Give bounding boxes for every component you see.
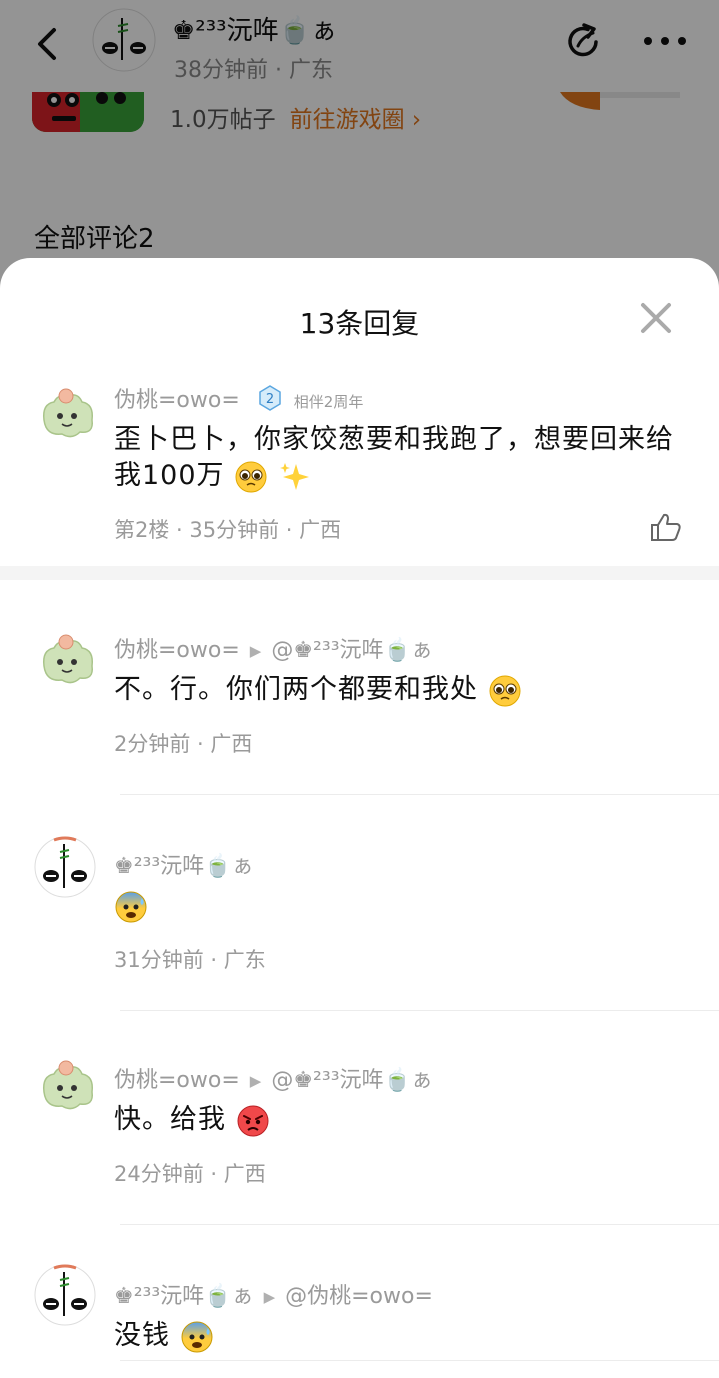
- close-icon: [641, 303, 671, 333]
- reply-user-line: ♚²³³沅哖🍵ぁ: [114, 848, 254, 880]
- reply-username[interactable]: ♚²³³沅哖🍵ぁ: [114, 854, 254, 879]
- doodle-face-icon: [34, 1264, 96, 1326]
- section-divider: [0, 566, 719, 580]
- anxious-sweat-face-icon: [180, 1320, 214, 1354]
- reply-meta: 2分钟前 · 广西: [114, 732, 253, 756]
- comment-text: 歪卜巴卜，你家饺葱要和我跑了，想要回来给我100万: [114, 422, 694, 494]
- avatar[interactable]: [34, 836, 96, 898]
- reply-text: 不。行。你们两个都要和我处: [114, 672, 522, 708]
- avatar[interactable]: [36, 628, 98, 690]
- pleading-face-icon: [488, 674, 522, 708]
- avatar[interactable]: [36, 382, 98, 444]
- reply-divider: [120, 794, 719, 795]
- reply-username[interactable]: ♚²³³沅哖🍵ぁ: [114, 1284, 254, 1309]
- reply-target[interactable]: @♚²³³沅哖🍵ぁ: [271, 638, 433, 663]
- onion-character-icon: [42, 634, 94, 684]
- thumbs-up-icon: [651, 513, 681, 541]
- avatar[interactable]: [36, 1054, 98, 1116]
- reply-target[interactable]: @♚²³³沅哖🍵ぁ: [271, 1068, 433, 1093]
- angry-face-icon: [236, 1104, 270, 1138]
- comment-username[interactable]: 伪桃=owo=: [114, 388, 240, 413]
- anxious-sweat-face-icon: [114, 890, 148, 924]
- reply-user-line: 伪桃=owo= ▶ @♚²³³沅哖🍵ぁ: [114, 632, 433, 664]
- replies-sheet: 13条回复 伪桃=owo= 2 相伴2周年 歪卜巴卜，你家饺葱要和我跑了，想要回…: [0, 258, 719, 1378]
- comment-user: 伪桃=owo= 2 相伴2周年: [114, 382, 363, 417]
- reply-arrow-icon: ▶: [263, 1288, 276, 1306]
- reply-user-line: ♚²³³沅哖🍵ぁ ▶ @伪桃=owo=: [114, 1278, 433, 1310]
- reply-text: 没钱: [114, 1318, 214, 1354]
- badge-text: 相伴2周年: [293, 392, 364, 411]
- sparkles-icon: [278, 460, 312, 494]
- reply-username[interactable]: 伪桃=owo=: [114, 1068, 240, 1093]
- badge-icon: 2: [257, 385, 283, 417]
- reply-meta: 31分钟前 · 广东: [114, 948, 266, 972]
- reply-text-body: 快。给我: [114, 1104, 226, 1135]
- badge-level: 2: [266, 392, 274, 407]
- reply-target[interactable]: @伪桃=owo=: [285, 1284, 433, 1309]
- comment-text-body: 歪卜巴卜，你家饺葱要和我跑了，想要回来给我100万: [114, 424, 674, 491]
- onion-character-icon: [42, 1060, 94, 1110]
- reply-arrow-icon: ▶: [249, 642, 262, 660]
- reply-meta: 24分钟前 · 广西: [114, 1162, 266, 1186]
- reply-divider: [120, 1224, 719, 1225]
- reply-text: [114, 888, 148, 924]
- like-button[interactable]: [650, 512, 682, 542]
- modal-overlay[interactable]: [0, 0, 719, 300]
- reply-text-body: 没钱: [114, 1320, 170, 1351]
- reply-divider: [120, 1360, 719, 1361]
- comment-meta: 第2楼 · 35分钟前 · 广西: [114, 518, 342, 542]
- doodle-face-icon: [34, 836, 96, 898]
- reply-text-body: 不。行。你们两个都要和我处: [114, 674, 478, 705]
- reply-text: 快。给我: [114, 1102, 270, 1138]
- sheet-title: 13条回复: [299, 307, 420, 340]
- reply-arrow-icon: ▶: [249, 1072, 262, 1090]
- pleading-face-icon: [234, 460, 268, 494]
- avatar[interactable]: [34, 1264, 96, 1326]
- reply-user-line: 伪桃=owo= ▶ @♚²³³沅哖🍵ぁ: [114, 1062, 433, 1094]
- reply-divider: [120, 1010, 719, 1011]
- close-button[interactable]: [638, 300, 674, 336]
- onion-character-icon: [42, 388, 94, 438]
- reply-username[interactable]: 伪桃=owo=: [114, 638, 240, 663]
